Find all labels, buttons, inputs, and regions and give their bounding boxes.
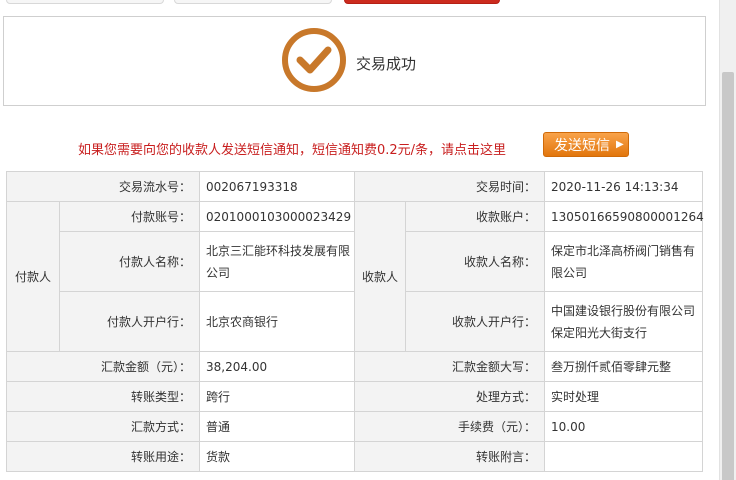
amount-upper-value: 叁万捌仟贰佰零肆元整	[544, 351, 704, 382]
transfer-type-label: 转账类型：	[5, 381, 201, 412]
payer-account-label: 付款账号：	[58, 201, 201, 232]
payee-bank-value: 中国建设银行股份有限公司保定阳光大街支行	[544, 291, 704, 352]
payer-name-label: 付款人名称：	[58, 231, 201, 292]
purpose-value: 货款	[199, 441, 356, 472]
remit-mode-value: 普通	[199, 411, 356, 442]
success-panel: 交易成功	[3, 16, 706, 106]
txn-no-label: 交易流水号：	[5, 171, 201, 202]
amount-upper-label: 汇款金额大写：	[354, 351, 546, 382]
payer-group-label: 付款人	[6, 201, 60, 352]
vertical-scrollbar[interactable]	[719, 0, 736, 480]
payee-group-label: 收款人	[354, 201, 407, 352]
purpose-label: 转账用途：	[5, 441, 201, 472]
payee-name-value: 保定市北泽高桥阀门销售有限公司	[544, 231, 704, 292]
sms-notice-text: 如果您需要向您的收款人发送短信通知，短信通知费0.2元/条，请点击这里	[78, 143, 507, 158]
remark-value	[544, 441, 704, 472]
remark-label: 转账附言：	[354, 441, 546, 472]
send-sms-button[interactable]: 发送短信 ▶	[543, 132, 629, 157]
payer-bank-label: 付款人开户行：	[58, 291, 201, 352]
payer-account-value: 0201000103000023429	[199, 201, 356, 232]
payee-account-value: 13050166590800001264	[544, 201, 704, 232]
top-tab-button-3[interactable]	[344, 0, 500, 4]
sms-notice-row: 如果您需要向您的收款人发送短信通知，短信通知费0.2元/条，请点击这里 发送短信…	[0, 132, 720, 158]
table-row: 转账类型： 跨行 处理方式： 实时处理	[5, 381, 704, 412]
payee-account-label: 收款账户：	[405, 201, 546, 232]
payer-bank-value: 北京农商银行	[199, 291, 356, 352]
checkmark-circle-icon	[282, 28, 346, 92]
process-mode-label: 处理方式：	[354, 381, 546, 412]
amount-value: 38,204.00	[199, 351, 356, 382]
success-message: 交易成功	[356, 55, 417, 73]
fee-value: 10.00	[544, 411, 704, 442]
top-tab-button-1[interactable]	[6, 0, 164, 4]
remit-mode-label: 汇款方式：	[5, 411, 201, 442]
transfer-type-value: 跨行	[199, 381, 356, 412]
payee-name-label: 收款人名称：	[405, 231, 546, 292]
transaction-detail-table: 交易流水号： 002067193318 交易时间： 2020-11-26 14:…	[5, 171, 704, 472]
table-row: 汇款方式： 普通 手续费（元）： 10.00	[5, 411, 704, 442]
amount-label: 汇款金额（元）：	[5, 351, 201, 382]
send-sms-label: 发送短信	[554, 137, 610, 154]
txn-time-value: 2020-11-26 14:13:34	[544, 171, 704, 202]
payer-name-value: 北京三汇能环科技发展有限公司	[199, 231, 356, 292]
table-row: 汇款金额（元）： 38,204.00 汇款金额大写： 叁万捌仟贰佰零肆元整	[5, 351, 704, 382]
payee-bank-label: 收款人开户行：	[405, 291, 546, 352]
table-row: 交易流水号： 002067193318 交易时间： 2020-11-26 14:…	[5, 171, 704, 202]
scrollbar-thumb[interactable]	[722, 72, 734, 480]
table-row: 转账用途： 货款 转账附言：	[5, 441, 704, 472]
txn-time-label: 交易时间：	[354, 171, 546, 202]
process-mode-value: 实时处理	[544, 381, 704, 412]
table-row: 付款人 付款账号： 0201000103000023429 收款人 收款账户： …	[6, 201, 704, 352]
fee-label: 手续费（元）：	[354, 411, 546, 442]
txn-no-value: 002067193318	[199, 171, 356, 202]
top-tab-button-2[interactable]	[174, 0, 332, 4]
play-arrow-icon: ▶	[616, 139, 624, 150]
